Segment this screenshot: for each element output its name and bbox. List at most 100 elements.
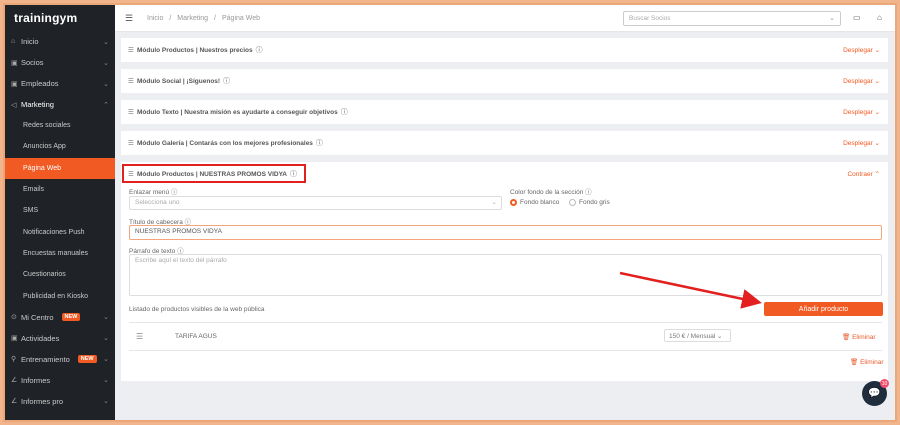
module-card: ☰ Módulo Social | ¡Síguenos! ⓘ Desplegar… [121, 69, 888, 93]
home-icon[interactable]: ⌂ [877, 13, 882, 22]
info-icon[interactable]: ⓘ [223, 76, 230, 86]
add-product-button[interactable]: Añadir producto [764, 302, 883, 316]
location-icon: ⊙ [11, 314, 17, 322]
sidebar-item-label: Informes pro [21, 396, 64, 406]
collapse-toggle[interactable]: Contraer ⌃ [847, 170, 880, 178]
info-icon[interactable]: ⓘ [316, 138, 323, 148]
sidebar-item-label: Marketing [21, 100, 54, 109]
sidebar-item-entrenamiento[interactable]: ⚲ Entrenamiento NEW ⌄ [5, 349, 115, 370]
module-card: ☰ Módulo Texto | Nuestra misión es ayuda… [121, 100, 888, 124]
sidebar-item-mi-centro[interactable]: ⊙ Mi Centro NEW ⌄ [5, 307, 115, 328]
trash-icon: 🗑 [850, 359, 859, 366]
sidebar-item-label: Mi Centro [21, 312, 54, 322]
new-badge: NEW [61, 313, 81, 322]
module-header[interactable]: ☰ Módulo Productos | Nuestros precios ⓘ … [121, 38, 888, 62]
chat-button[interactable]: 💬 10 [862, 379, 889, 406]
paragraph-textarea[interactable]: Escribe aquí el texto del párrafo [129, 254, 882, 296]
search-placeholder: Buscar Socios [629, 15, 671, 22]
sidebar-subitem-encuestas-manuales[interactable]: Encuestas manuales [5, 243, 115, 264]
trash-icon: 🗑 [842, 334, 851, 341]
sidebar-subitem-pagina-web[interactable]: Página Web [5, 157, 115, 179]
sidebar-item-socios[interactable]: ▣ Socios ⌄ [5, 52, 115, 73]
info-icon[interactable]: ⓘ [585, 189, 592, 196]
sidebar-subitem-publicidad-kiosko[interactable]: Publicidad en Kiosko [5, 285, 115, 306]
menu-link-label-text: Enlazar menú [129, 189, 170, 196]
menu-link-placeholder: Selecciona uno [135, 199, 180, 206]
chat-bubble-icon: 💬 [868, 388, 881, 399]
delete-label: Eliminar [852, 334, 876, 341]
home-icon: ⌂ [11, 38, 16, 45]
drag-handle-icon[interactable]: ☰ [128, 139, 137, 147]
chevron-down-icon: ⌄ [103, 377, 109, 385]
app-window: trainingym ⌂ Inicio ⌄ ▣ Socios ⌄ ▣ Emple… [3, 3, 897, 422]
expand-toggle[interactable]: Desplegar ⌄ [843, 77, 880, 85]
chevron-down-icon: ⌄ [829, 15, 835, 22]
sidebar-item-inicio[interactable]: ⌂ Inicio ⌄ [5, 31, 115, 52]
radio-unselected-icon [569, 199, 576, 206]
module-title: Módulo Social | ¡Síguenos! [137, 77, 221, 85]
calendar-icon: ▣ [11, 335, 18, 343]
delete-module-button[interactable]: 🗑 Eliminar [850, 358, 884, 366]
price-select[interactable]: 150 € / Mensual ⌄ [664, 329, 731, 342]
expand-toggle[interactable]: Desplegar ⌄ [843, 46, 880, 54]
megaphone-icon: ◁ [11, 101, 17, 109]
chevron-down-icon: ⌄ [103, 38, 109, 46]
bg-color-label-text: Color fondo de la sección [510, 189, 584, 196]
info-icon[interactable]: ⓘ [256, 45, 263, 55]
sidebar-subitem-sms[interactable]: SMS [5, 200, 115, 221]
chevron-down-icon: ⌄ [103, 398, 109, 406]
search-input[interactable]: Buscar Socios ⌄ [623, 11, 841, 26]
drag-handle-icon[interactable]: ☰ [128, 46, 137, 54]
sidebar-item-informes-pro[interactable]: ∠ Informes pro ⌄ [5, 391, 115, 412]
breadcrumb-separator: / [169, 14, 172, 22]
chat-notification-badge: 10 [880, 379, 889, 388]
chart-icon: ∠ [11, 377, 18, 385]
sidebar-item-label: Actividades [21, 333, 60, 343]
radio-fondo-blanco[interactable]: Fondo blanco [510, 199, 559, 206]
delete-label: Eliminar [860, 359, 884, 366]
product-list-label: Listado de productos visibles de la web … [129, 306, 265, 313]
module-title: Módulo Galería | Contarás con los mejore… [137, 139, 313, 147]
breadcrumb: Inicio / Marketing / Página Web [147, 15, 260, 22]
breadcrumb-marketing[interactable]: Marketing [177, 15, 208, 22]
sidebar-item-informes[interactable]: ∠ Informes ⌄ [5, 370, 115, 391]
sidebar-subitem-anuncios-app[interactable]: Anuncios App [5, 136, 115, 157]
sidebar-item-marketing[interactable]: ◁ Marketing ⌃ [5, 94, 115, 115]
breadcrumb-separator: / [214, 14, 216, 22]
divider [129, 322, 882, 323]
sidebar-subitem-notificaciones-push[interactable]: Notificaciones Push [5, 221, 115, 242]
module-header[interactable]: ☰ Módulo Galería | Contarás con los mejo… [121, 131, 888, 155]
delete-product-button[interactable]: 🗑 Eliminar [842, 333, 876, 341]
drag-handle-icon[interactable]: ☰ [128, 77, 137, 85]
drag-handle-icon[interactable]: ☰ [128, 108, 137, 116]
id-card-icon[interactable]: ▭ [853, 13, 861, 22]
info-icon[interactable]: ⓘ [341, 107, 348, 117]
radio-fondo-gris[interactable]: Fondo gris [569, 199, 610, 206]
id-card-icon: ▣ [11, 59, 18, 67]
expanded-module-card: ☰ Módulo Productos | NUESTRAS PROMOS VID… [121, 162, 888, 381]
drag-handle-icon[interactable]: ☰ [136, 332, 143, 341]
new-badge: NEW [77, 355, 97, 364]
sidebar-item-label: Entrenamiento [21, 354, 70, 364]
module-header[interactable]: ☰ Módulo Social | ¡Síguenos! ⓘ Desplegar… [121, 69, 888, 93]
module-header[interactable]: ☰ Módulo Texto | Nuestra misión es ayuda… [121, 100, 888, 124]
module-title: Módulo Texto | Nuestra misión es ayudart… [137, 108, 338, 116]
expand-toggle[interactable]: Desplegar ⌄ [843, 108, 880, 116]
chart-icon: ∠ [11, 398, 18, 406]
header-title-input[interactable]: NUESTRAS PROMOS VIDYA [129, 225, 882, 240]
sidebar-subitem-emails[interactable]: Emails [5, 179, 115, 200]
chevron-up-icon: ⌃ [103, 101, 109, 109]
sidebar-item-empleados[interactable]: ▣ Empleados ⌄ [5, 73, 115, 94]
sidebar-subitem-redes-sociales[interactable]: Redes sociales [5, 115, 115, 136]
breadcrumb-inicio[interactable]: Inicio [147, 15, 163, 22]
sidebar-item-label: Inicio [21, 37, 39, 46]
menu-link-select[interactable]: Selecciona uno ⌄ [129, 196, 502, 210]
expand-toggle[interactable]: Desplegar ⌄ [843, 139, 880, 147]
chevron-down-icon: ⌄ [103, 59, 109, 67]
sidebar-item-label: Socios [21, 58, 44, 67]
sidebar-subitem-cuestionarios[interactable]: Cuestionarios [5, 264, 115, 285]
menu-toggle-icon[interactable]: ☰ [125, 13, 137, 24]
chevron-down-icon: ⌄ [103, 335, 109, 343]
sidebar-item-actividades[interactable]: ▣ Actividades ⌄ [5, 328, 115, 349]
info-icon[interactable]: ⓘ [171, 189, 178, 196]
